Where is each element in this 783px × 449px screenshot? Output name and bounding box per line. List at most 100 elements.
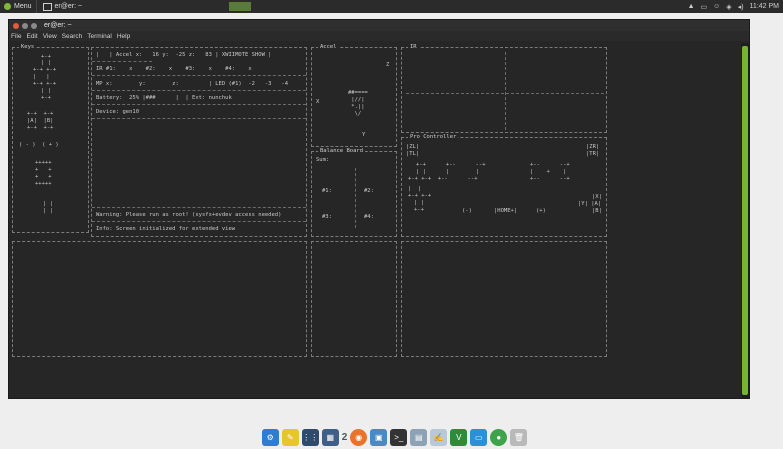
accel-y-label: Y xyxy=(362,132,366,138)
dpad-left-3: | | xyxy=(414,200,424,206)
balance-panel-title: Balance Board xyxy=(318,148,366,155)
divider xyxy=(92,207,306,208)
display-icon[interactable]: ▭ xyxy=(470,428,488,446)
menu-button[interactable]: Menu xyxy=(0,3,36,10)
balance-sum-label: Sum: xyxy=(316,157,330,163)
window-title: er@er: ~ xyxy=(44,22,72,29)
notes-app-icon[interactable]: ✎ xyxy=(281,428,299,446)
terminal-content[interactable]: Keys +-+ | | +-+ +-+ | | +-+ +-+ | | +-+… xyxy=(9,43,740,398)
menu-view[interactable]: View xyxy=(43,33,57,40)
menu-terminal[interactable]: Terminal xyxy=(87,33,112,40)
ir-grid-line xyxy=(406,93,604,94)
dpad-left-2: +-+ +-+ xyxy=(408,193,432,199)
ir-readout: IR #1: x #2: x #3: x #4: x xyxy=(96,66,252,72)
ir-panel-title: IR xyxy=(408,44,419,51)
balance-sensor-2: #2: xyxy=(364,188,374,194)
dpad-center: | | xyxy=(33,74,50,80)
menu-search[interactable]: Search xyxy=(62,33,83,40)
balance-sensor-3: #3: xyxy=(322,214,332,220)
left-stick: +-+ +-- --+ xyxy=(416,162,486,168)
right-stick: +-- --+ xyxy=(530,162,570,168)
accel-art-4: \/ xyxy=(348,111,362,117)
left-stick-2: | | | | xyxy=(416,169,479,175)
green-app-icon[interactable]: ● xyxy=(490,428,508,446)
zl-button: |ZL| xyxy=(406,144,420,150)
plus-button: (+) xyxy=(536,208,546,214)
balance-sensor-1: #1: xyxy=(322,188,332,194)
pro-controller-panel: Pro Controller |ZL| |TL| |ZR| |TR| +-+ +… xyxy=(401,134,607,237)
keys-panel-title: Keys xyxy=(19,44,37,51)
minus-plus-keys: ( - ) ( + ) xyxy=(19,142,59,148)
main-info-panel: | | Accel x: 16 y: -25 z: 83 | XWIIMOTE … xyxy=(91,47,307,237)
ab-bottom: +-+ +-+ xyxy=(27,125,54,131)
b-button: |B| xyxy=(592,208,602,214)
two-key: | | xyxy=(43,208,53,214)
mint-logo-icon xyxy=(4,3,11,10)
app-grid-icon[interactable]: ⋮⋮ xyxy=(301,428,319,446)
tl-button: |TL| xyxy=(406,151,420,157)
workspace-grid-icon[interactable]: ▦ xyxy=(321,428,339,446)
dpad-up-mid: | | xyxy=(41,60,51,66)
lower-middle-panel xyxy=(311,241,397,357)
image-viewer-icon[interactable]: ▣ xyxy=(370,428,388,446)
taskbar-terminal[interactable]: er@er: ~ xyxy=(35,0,89,13)
maximize-window-button[interactable] xyxy=(31,22,37,29)
close-window-button[interactable] xyxy=(13,22,19,29)
user-icon[interactable]: ☺ xyxy=(713,3,720,10)
workspace-number: 2 xyxy=(341,431,348,443)
terminal-menubar: File Edit View Search Terminal Help xyxy=(9,31,749,41)
home-key-bottom: +++++ xyxy=(35,181,52,187)
divider xyxy=(92,118,306,119)
dpad-left-4: +-+ xyxy=(414,207,424,213)
files-icon[interactable]: ▤ xyxy=(410,428,428,446)
left-stick-3: +-+ +-+ +-- --+ xyxy=(408,176,478,182)
divider xyxy=(92,104,306,105)
ab-top: +-+ +-+ xyxy=(27,111,54,117)
balance-sensor-4: #4: xyxy=(364,214,374,220)
settings-app-icon[interactable]: ⚙ xyxy=(261,428,279,446)
top-panel: Menu er@er: ~ ▲ ▭ ☺ ◈ ◂) 11:42 PM xyxy=(0,0,783,13)
system-tray: ▲ ▭ ☺ ◈ ◂) 11:42 PM xyxy=(688,0,779,13)
right-stick-2: | + | xyxy=(530,169,567,175)
right-stick-3: +-- --+ xyxy=(530,176,570,182)
active-app-indicator[interactable] xyxy=(229,2,251,11)
menu-file[interactable]: File xyxy=(11,33,21,40)
minimize-window-button[interactable] xyxy=(22,22,28,29)
lower-left-panel xyxy=(12,241,307,357)
dpad-down: | | xyxy=(41,88,51,94)
home-key-mid2: + + xyxy=(35,174,52,180)
divider xyxy=(92,61,152,62)
terminal-icon[interactable]: >_ xyxy=(390,428,408,446)
network-icon[interactable]: ◈ xyxy=(726,3,731,11)
one-key: | | xyxy=(43,201,53,207)
terminal-scrollbar[interactable] xyxy=(741,43,749,398)
text-editor-icon[interactable]: ✍ xyxy=(430,428,448,446)
balance-divider xyxy=(355,168,356,228)
zr-button: |ZR| xyxy=(586,144,600,150)
info-message: Info: Screen initialized for extended vi… xyxy=(96,226,236,232)
ir-panel: IR xyxy=(401,44,607,133)
accel-panel: Accel Z ##==== |//| X *.|| \/ Y xyxy=(311,44,397,147)
terminal-window: er@er: ~ File Edit View Search Terminal … xyxy=(8,19,750,399)
volume-icon[interactable]: ◂) xyxy=(738,3,744,11)
mp-readout: MP x: y: z: | LED (#1) -2 -3 -4 xyxy=(96,81,289,87)
battery-icon[interactable]: ▭ xyxy=(701,3,708,11)
minus-button: (-) xyxy=(462,208,472,214)
accel-art-1: ##==== xyxy=(348,90,368,96)
firefox-icon[interactable]: ◉ xyxy=(350,428,368,446)
divider xyxy=(92,221,306,222)
notification-icon[interactable]: ▲ xyxy=(688,3,695,10)
dpad-row-2: +-+ +-+ xyxy=(33,81,57,87)
dock: ⚙ ✎ ⋮⋮ ▦ 2 ◉ ▣ >_ ▤ ✍ V ▭ ● 🗑 xyxy=(253,426,536,448)
menu-help[interactable]: Help xyxy=(117,33,130,40)
window-titlebar[interactable]: er@er: ~ xyxy=(9,20,749,31)
ab-keys: |A| |B| xyxy=(27,118,54,124)
vim-icon[interactable]: V xyxy=(450,428,468,446)
accel-art-3: *.|| xyxy=(348,104,365,110)
scrollbar-thumb[interactable] xyxy=(742,46,748,395)
menu-edit[interactable]: Edit xyxy=(26,33,37,40)
trash-icon[interactable]: 🗑 xyxy=(510,428,528,446)
device-readout: Device: gen10 xyxy=(96,109,140,115)
home-key-top: +++++ xyxy=(35,160,52,166)
clock[interactable]: 11:42 PM xyxy=(750,3,779,10)
